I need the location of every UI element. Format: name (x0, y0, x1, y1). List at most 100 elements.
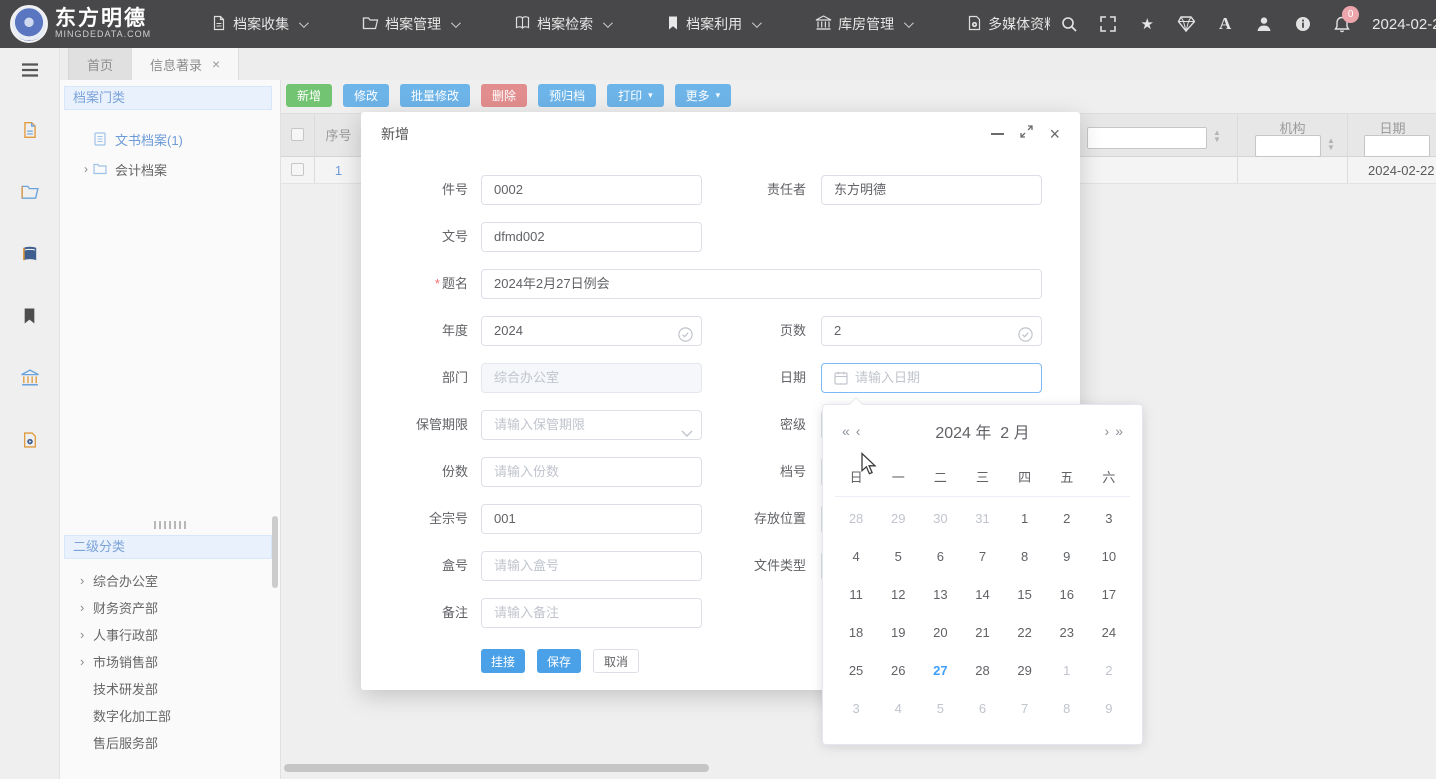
rail-search-icon[interactable] (20, 244, 40, 264)
list-item[interactable]: 数字化加工部 (60, 702, 280, 729)
calendar-day[interactable]: 26 (886, 659, 910, 683)
calendar-day[interactable]: 28 (844, 507, 868, 531)
row-checkbox[interactable] (291, 163, 304, 176)
sidebar-scrollbar[interactable] (272, 516, 278, 588)
menu-archive-manage[interactable]: 档案管理 (334, 0, 486, 48)
retention-select[interactable]: 请输入保管期限 (481, 410, 702, 440)
calendar-day[interactable]: 1 (1013, 507, 1037, 531)
toolbar-button[interactable]: 打印 ▾ (607, 84, 664, 107)
tab-home[interactable]: 首页 (68, 48, 132, 80)
calendar-day[interactable]: 4 (844, 545, 868, 569)
calendar-day[interactable]: 20 (928, 621, 952, 645)
title-input[interactable]: 2024年2月27日例会 (481, 269, 1042, 299)
calendar-day[interactable]: 15 (1013, 583, 1037, 607)
horizontal-scrollbar[interactable] (284, 764, 709, 772)
rail-collect-icon[interactable] (20, 120, 40, 140)
calendar-day[interactable]: 31 (970, 507, 994, 531)
close-icon[interactable]: × (1049, 125, 1060, 143)
column-filter-input[interactable] (1364, 135, 1430, 157)
calendar-day[interactable]: 21 (970, 621, 994, 645)
list-item[interactable]: › 综合办公室 (60, 567, 280, 594)
rail-multimedia-icon[interactable] (20, 430, 40, 450)
menu-archive-search[interactable]: 档案检索 (486, 0, 638, 48)
prev-year-button[interactable]: « (839, 423, 853, 439)
calendar-day[interactable]: 16 (1055, 583, 1079, 607)
copies-input[interactable]: 请输入份数 (481, 457, 702, 487)
calendar-day[interactable]: 27 (928, 659, 952, 683)
calendar-day[interactable]: 3 (1097, 507, 1121, 531)
calendar-day[interactable]: 8 (1055, 697, 1079, 721)
calendar-day[interactable]: 2 (1097, 659, 1121, 683)
maximize-icon[interactable] (1020, 125, 1033, 143)
calendar-day[interactable]: 23 (1055, 621, 1079, 645)
toolbar-button[interactable]: 预归档 (538, 84, 596, 107)
year-input[interactable]: 2024 (481, 316, 702, 346)
calendar-day[interactable]: 13 (928, 583, 952, 607)
select-all-checkbox[interactable] (291, 128, 304, 141)
menu-warehouse-manage[interactable]: 库房管理 (787, 0, 939, 48)
calendar-day[interactable]: 30 (928, 507, 952, 531)
calendar-day[interactable]: 7 (970, 545, 994, 569)
remark-input[interactable]: 请输入备注 (481, 598, 702, 628)
link-button[interactable]: 挂接 (481, 649, 525, 673)
calendar-day[interactable]: 25 (844, 659, 868, 683)
chevron-right-icon[interactable]: › (79, 162, 93, 176)
hamburger-menu-icon[interactable] (20, 60, 40, 80)
calendar-day[interactable]: 3 (844, 697, 868, 721)
sort-control[interactable]: ▲▼ (1327, 137, 1335, 151)
toolbar-button[interactable]: 删除 (481, 84, 527, 107)
calendar-day[interactable]: 2 (1055, 507, 1079, 531)
pages-input[interactable]: 2 (821, 316, 1042, 346)
calendar-day[interactable]: 8 (1013, 545, 1037, 569)
prev-month-button[interactable]: ‹ (853, 423, 864, 439)
list-item[interactable]: › 财务资产部 (60, 594, 280, 621)
item-no-input[interactable]: 0002 (481, 175, 702, 205)
menu-multimedia[interactable]: 多媒体资料 (939, 0, 1060, 48)
star-icon[interactable]: ★ (1138, 15, 1156, 33)
fonds-no-input[interactable]: 001 (481, 504, 702, 534)
calendar-day[interactable]: 7 (1013, 697, 1037, 721)
search-icon[interactable] (1060, 15, 1078, 33)
next-year-button[interactable]: » (1112, 423, 1126, 439)
column-filter-input[interactable] (1255, 135, 1321, 157)
responsible-input[interactable]: 东方明德 (821, 175, 1042, 205)
calendar-day[interactable]: 29 (886, 507, 910, 531)
toolbar-button[interactable]: 批量修改 (400, 84, 470, 107)
calendar-day[interactable]: 24 (1097, 621, 1121, 645)
list-item[interactable]: 技术研发部 (60, 675, 280, 702)
month-label[interactable]: 2 月 (1000, 425, 1029, 442)
tree-item-accounting-archive[interactable]: › 会计档案 (60, 154, 280, 184)
menu-archive-collect[interactable]: 档案收集 (183, 0, 334, 48)
info-icon[interactable] (1294, 15, 1312, 33)
date-input[interactable]: 请输入日期 (821, 363, 1042, 393)
list-item[interactable]: 售后服务部 (60, 729, 280, 756)
calendar-day[interactable]: 19 (886, 621, 910, 645)
menu-archive-use[interactable]: 档案利用 (638, 0, 787, 48)
calendar-day[interactable]: 14 (970, 583, 994, 607)
calendar-day[interactable]: 10 (1097, 545, 1121, 569)
rail-manage-icon[interactable] (20, 182, 40, 202)
calendar-day[interactable]: 4 (886, 697, 910, 721)
calendar-day[interactable]: 18 (844, 621, 868, 645)
calendar-day[interactable]: 9 (1097, 697, 1121, 721)
department-input[interactable]: 综合办公室 (481, 363, 702, 393)
calendar-day[interactable]: 29 (1013, 659, 1037, 683)
calendar-day[interactable]: 5 (928, 697, 952, 721)
calendar-day[interactable]: 5 (886, 545, 910, 569)
calendar-day[interactable]: 11 (844, 583, 868, 607)
calendar-day[interactable]: 6 (970, 697, 994, 721)
rail-warehouse-icon[interactable] (20, 368, 40, 388)
gem-icon[interactable] (1177, 15, 1195, 33)
toolbar-button[interactable]: 更多 ▾ (675, 84, 732, 107)
rail-use-icon[interactable] (20, 306, 40, 326)
next-month-button[interactable]: › (1102, 423, 1113, 439)
tree-item-document-archive[interactable]: 文书档案(1) (60, 124, 280, 154)
fullscreen-icon[interactable] (1099, 15, 1117, 33)
font-size-icon[interactable]: A (1216, 15, 1234, 33)
column-filter-input[interactable] (1087, 127, 1207, 149)
list-item[interactable]: › 市场销售部 (60, 648, 280, 675)
calendar-day[interactable]: 9 (1055, 545, 1079, 569)
minimize-icon[interactable] (991, 133, 1004, 135)
doc-no-input[interactable]: dfmd002 (481, 222, 702, 252)
box-no-input[interactable]: 请输入盒号 (481, 551, 702, 581)
